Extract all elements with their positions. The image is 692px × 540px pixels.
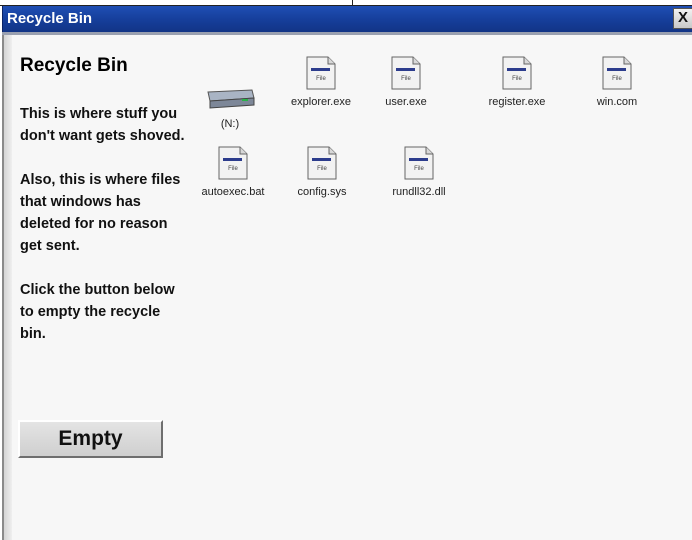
file-icon-text: File: [317, 166, 327, 172]
file-icon: File: [306, 56, 336, 90]
file-label: autoexec.bat: [201, 186, 265, 198]
sidebar-instruction: Click the button below to empty the recy…: [20, 282, 175, 342]
file-icon: File: [218, 146, 248, 180]
file-item-drive[interactable]: (N:): [182, 78, 278, 130]
recycle-bin-window: Recycle Bin X Recycle Bin This is where …: [0, 0, 692, 540]
file-item-rundll32[interactable]: File rundll32.dll: [371, 146, 467, 198]
file-item-explorer[interactable]: File explorer.exe: [273, 56, 369, 108]
file-item-config[interactable]: File config.sys: [274, 146, 370, 198]
file-label: win.com: [596, 96, 638, 108]
empty-button[interactable]: Empty: [18, 420, 163, 458]
file-icon: File: [602, 56, 632, 90]
file-icon: File: [391, 56, 421, 90]
window-title: Recycle Bin: [7, 10, 93, 27]
title-bar[interactable]: Recycle Bin X: [2, 6, 692, 32]
file-item-register[interactable]: File register.exe: [469, 56, 565, 108]
file-item-user[interactable]: File user.exe: [358, 56, 454, 108]
sidebar-description: This is where stuff you don't want gets …: [20, 106, 185, 144]
sidebar-heading: Recycle Bin: [20, 55, 128, 76]
file-icon: File: [404, 146, 434, 180]
file-icon-text: File: [401, 76, 411, 82]
file-icon-text: File: [612, 76, 622, 82]
window-left-border: [4, 35, 12, 540]
sidebar: Recycle Bin This is where stuff you don'…: [20, 55, 185, 349]
sidebar-note: Also, this is where files that windows h…: [20, 172, 181, 254]
file-icon: File: [307, 146, 337, 180]
top-strip-divider: [352, 0, 353, 5]
file-item-autoexec[interactable]: File autoexec.bat: [185, 146, 281, 198]
file-label: user.exe: [385, 96, 427, 108]
file-icon-text: File: [228, 166, 238, 172]
file-label: (N:): [220, 118, 240, 130]
file-icon: File: [502, 56, 532, 90]
file-label: explorer.exe: [291, 96, 351, 108]
file-label: rundll32.dll: [392, 186, 446, 198]
close-button[interactable]: X: [673, 8, 692, 29]
file-label: config.sys: [297, 186, 347, 198]
file-item-win[interactable]: File win.com: [569, 56, 665, 108]
file-icon-text: File: [414, 166, 424, 172]
file-icon-text: File: [512, 76, 522, 82]
drive-icon: [207, 89, 255, 109]
file-label: register.exe: [488, 96, 546, 108]
file-icon-text: File: [316, 76, 326, 82]
